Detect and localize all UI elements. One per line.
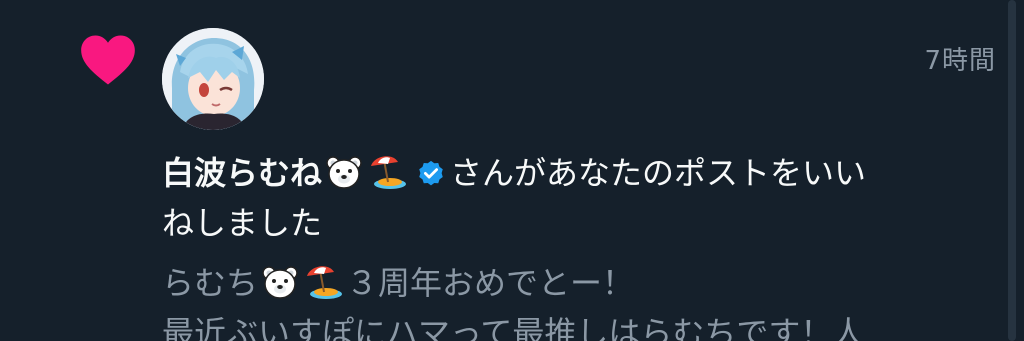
post-text-prefix: らむち bbox=[162, 264, 259, 302]
like-notification[interactable]: 7時間 白波らむね さんがあなたのポストをいい ねしました らむち ３周年おめで… bbox=[0, 0, 1024, 341]
post-line-1: らむち ３周年おめでとー！ bbox=[162, 258, 1002, 308]
action-text: さんがあなたのポストをいい bbox=[450, 154, 867, 192]
verified-badge-icon bbox=[419, 160, 443, 186]
post-line-2: 最近ぶいすぽにハマって最推しはらむちです！人 bbox=[162, 314, 865, 341]
scrollbar[interactable] bbox=[1008, 0, 1016, 341]
avatar[interactable] bbox=[162, 28, 264, 130]
user-name[interactable]: 白波らむね bbox=[162, 154, 322, 192]
liked-post-preview[interactable]: らむち ３周年おめでとー！ 最近ぶいすぽにハマって最推しはらむちです！人 bbox=[162, 258, 1002, 341]
notification-text: 白波らむね さんがあなたのポストをいい ねしました bbox=[162, 148, 1002, 248]
avatar-image bbox=[162, 28, 264, 130]
action-text-continued: ねしました bbox=[162, 204, 323, 242]
heart-icon bbox=[81, 35, 135, 85]
beach-umbrella-emoji bbox=[307, 266, 343, 299]
polar-bear-emoji bbox=[326, 156, 362, 189]
beach-umbrella-emoji bbox=[371, 156, 407, 189]
post-text-suffix: ３周年おめでとー！ bbox=[346, 264, 635, 302]
timestamp: 7時間 bbox=[924, 46, 996, 76]
polar-bear-emoji bbox=[262, 266, 298, 299]
